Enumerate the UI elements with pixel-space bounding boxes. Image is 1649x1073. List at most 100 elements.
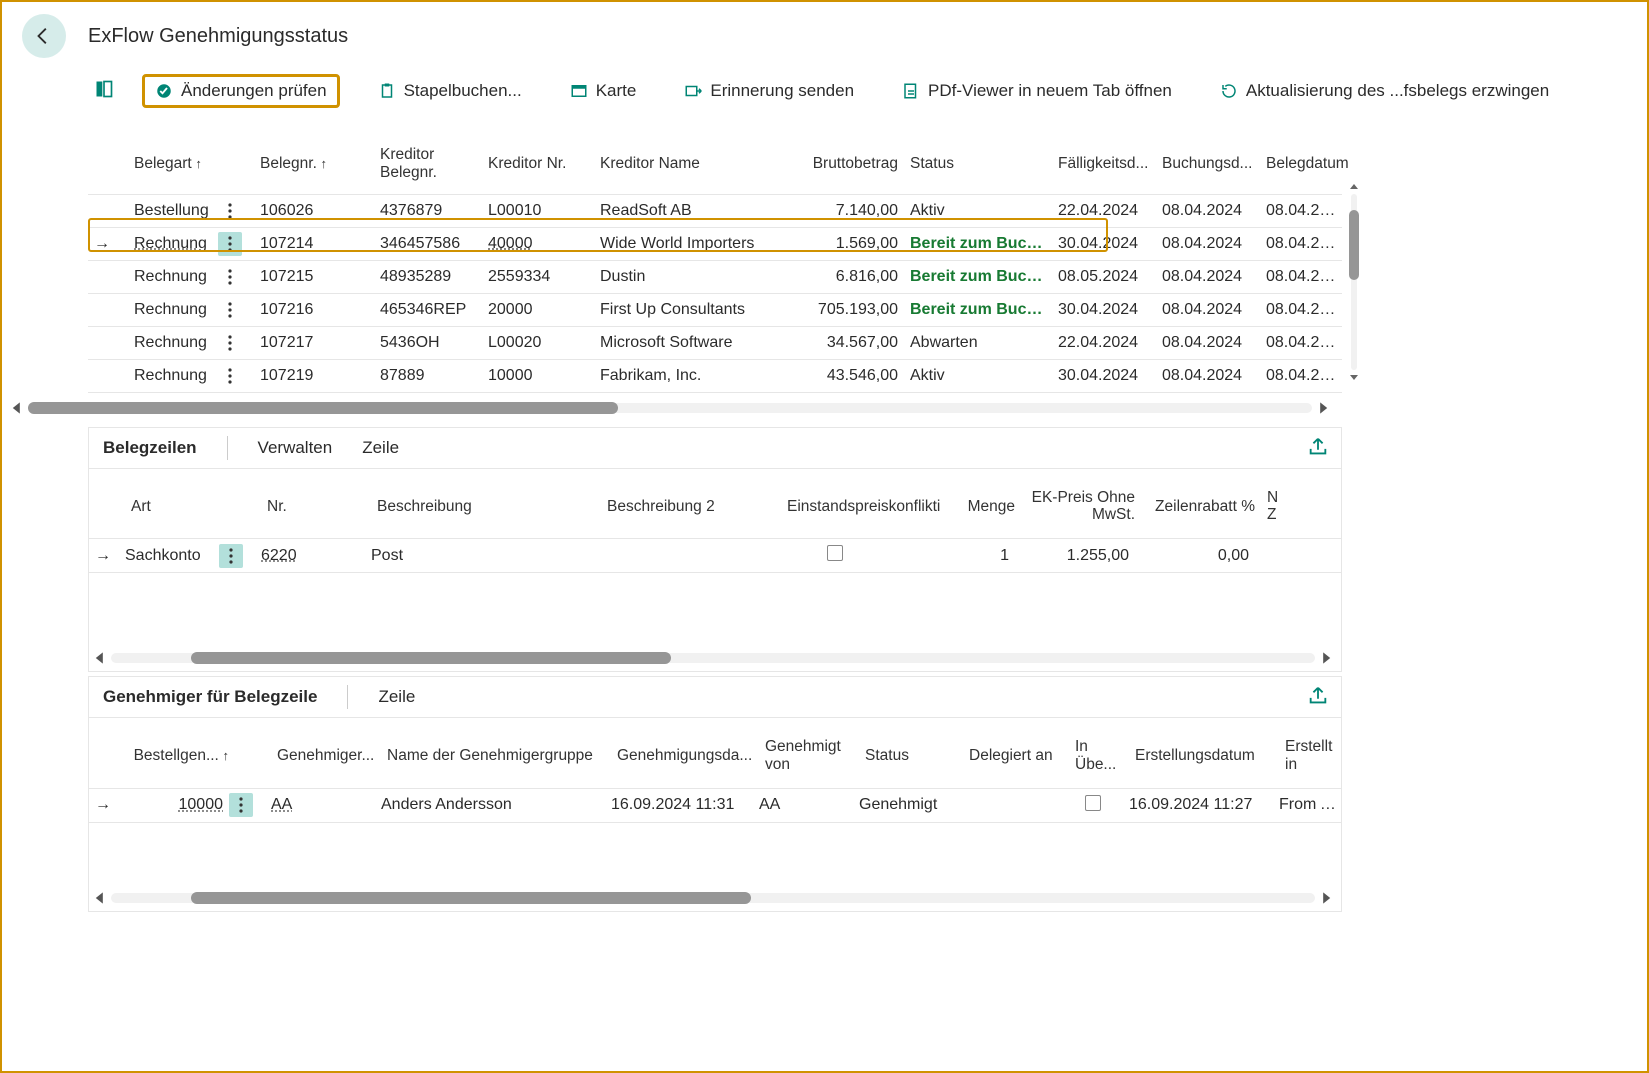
table-row[interactable]: Rechnung 107215 48935289 2559334 Dustin … [88,261,1342,294]
cell-brutto[interactable]: 1.569,00 [799,233,904,255]
row-actions-menu[interactable] [219,544,243,568]
col-ek-preis[interactable]: EK-Preis OhneMwSt. [1021,485,1141,529]
col-approved-by[interactable]: Genehmigtvon [759,734,859,778]
cell-kreditor-belegnr[interactable]: 465346REP [374,299,482,321]
col-kreditor-belegnr[interactable]: Kreditor Belegnr. [374,142,482,186]
cell-status[interactable]: Bereit zum Buch... [904,233,1052,255]
cell-belegart[interactable]: Rechnung [128,266,218,288]
col-belegart[interactable]: Belegart [128,151,218,177]
cell-kreditor-name[interactable]: Wide World Importers [594,233,799,255]
share-icon[interactable] [1307,685,1329,707]
col-approver[interactable]: Genehmiger... [271,743,381,769]
table-row[interactable]: → Sachkonto 6220 Post 1 1.255,00 0,00 [89,539,1341,573]
col-menge[interactable]: Menge [901,494,1021,520]
cell-status[interactable]: Aktiv [904,365,1052,387]
cell-belegnr[interactable]: 107217 [254,332,374,354]
cell-beschreibung[interactable]: Post [365,545,595,567]
cell-group-name[interactable]: Anders Andersson [375,794,605,816]
cell-status[interactable]: Abwarten [904,332,1052,354]
cell-art[interactable]: Sachkonto [119,545,219,567]
cell-buchungsdatum[interactable]: 08.04.2024 [1156,200,1260,222]
cell-kreditor-belegnr[interactable]: 87889 [374,365,482,387]
cell-delegated[interactable] [957,803,1063,807]
cell-belegnr[interactable]: 106026 [254,200,374,222]
cell-belegart[interactable]: Bestellung [128,200,218,222]
cell-konflikt[interactable] [775,543,895,568]
col-created-in[interactable]: Erstellt in [1279,734,1349,778]
layout-toggle[interactable] [94,79,114,104]
cell-buchungsdatum[interactable]: 08.04.2024 [1156,299,1260,321]
checkbox-icon[interactable] [827,545,843,561]
row-actions-menu[interactable] [218,364,242,388]
cell-brutto[interactable]: 705.193,00 [799,299,904,321]
cell-approved-by[interactable]: AA [753,794,853,816]
cell-approver[interactable]: AA [265,794,375,816]
cell-belegdatum[interactable]: 08.04.2024 [1260,266,1350,288]
cell-faelligkeit[interactable]: 30.04.2024 [1052,365,1156,387]
col-last[interactable]: N Z [1261,485,1331,529]
col-approval-date[interactable]: Genehmigungsda... [611,743,759,769]
cell-kreditor-nr[interactable]: L00020 [482,332,594,354]
cell-brutto[interactable]: 43.546,00 [799,365,904,387]
cell-ek-preis[interactable]: 1.255,00 [1015,545,1135,567]
cell-belegdatum[interactable]: 08.04.2024 [1260,365,1350,387]
col-created[interactable]: Erstellungsdatum [1129,743,1279,769]
table-row[interactable]: Rechnung 107216 465346REP 20000 First Up… [88,294,1342,327]
col-konflikt[interactable]: Einstandspreiskonflikti [781,494,901,520]
cell-status[interactable]: Genehmigt [853,794,957,816]
back-button[interactable] [22,14,66,58]
approvers-horizontal-scrollbar[interactable] [93,889,1333,907]
col-belegnr[interactable]: Belegnr. [254,151,374,177]
cell-kreditor-nr[interactable]: 10000 [482,365,594,387]
cell-status[interactable]: Bereit zum Buch... [904,299,1052,321]
cell-belegdatum[interactable]: 08.04.2024 [1260,233,1350,255]
documents-horizontal-scrollbar[interactable] [10,399,1330,417]
cell-brutto[interactable]: 7.140,00 [799,200,904,222]
cell-belegnr[interactable]: 107215 [254,266,374,288]
cell-belegdatum[interactable]: 08.04.2024 [1260,332,1350,354]
col-override[interactable]: InÜbe... [1069,734,1129,778]
cell-belegart[interactable]: Rechnung [128,332,218,354]
cell-beschreibung2[interactable] [595,554,775,558]
cell-kreditor-name[interactable]: First Up Consultants [594,299,799,321]
cell-kreditor-belegnr[interactable]: 346457586 [374,233,482,255]
cell-brutto[interactable]: 34.567,00 [799,332,904,354]
cell-order[interactable]: 10000 [119,794,229,816]
col-status[interactable]: Status [859,743,963,769]
col-nr[interactable]: Nr. [261,494,371,520]
col-kreditor-nr[interactable]: Kreditor Nr. [482,151,594,177]
cell-belegdatum[interactable]: 08.04.2024 [1260,299,1350,321]
toolbar-verify-changes[interactable]: Änderungen prüfen [142,74,340,108]
col-beschreibung[interactable]: Beschreibung [371,494,601,520]
cell-nr[interactable]: 6220 [255,545,365,567]
table-row[interactable]: → Rechnung 107214 346457586 40000 Wide W… [88,228,1342,261]
col-delegated[interactable]: Delegiert an [963,743,1069,769]
cell-status[interactable]: Aktiv [904,200,1052,222]
cell-buchungsdatum[interactable]: 08.04.2024 [1156,332,1260,354]
cell-kreditor-belegnr[interactable]: 4376879 [374,200,482,222]
cell-status[interactable]: Bereit zum Buch... [904,266,1052,288]
cell-kreditor-nr[interactable]: 2559334 [482,266,594,288]
cell-kreditor-nr[interactable]: 20000 [482,299,594,321]
col-rabatt[interactable]: Zeilenrabatt % [1141,494,1261,520]
cell-kreditor-nr[interactable]: L00010 [482,200,594,222]
cell-faelligkeit[interactable]: 30.04.2024 [1052,299,1156,321]
cell-buchungsdatum[interactable]: 08.04.2024 [1156,365,1260,387]
lines-tab-manage[interactable]: Verwalten [258,438,333,458]
cell-faelligkeit[interactable]: 22.04.2024 [1052,200,1156,222]
table-row[interactable]: Rechnung 107217 5436OH L00020 Microsoft … [88,327,1342,360]
col-beschreibung2[interactable]: Beschreibung 2 [601,494,781,520]
cell-kreditor-nr[interactable]: 40000 [482,233,594,255]
col-art[interactable]: Art [125,494,225,520]
cell-created[interactable]: 16.09.2024 11:27 [1123,794,1273,816]
lines-tab-line[interactable]: Zeile [362,438,399,458]
cell-kreditor-name[interactable]: ReadSoft AB [594,200,799,222]
cell-menge[interactable]: 1 [895,545,1015,567]
col-faellig[interactable]: Fälligkeitsd... [1052,151,1156,177]
row-actions-menu[interactable] [218,232,242,256]
cell-rabatt[interactable]: 0,00 [1135,545,1255,567]
checkbox-icon[interactable] [1085,795,1101,811]
row-actions-menu[interactable] [218,331,242,355]
cell-faelligkeit[interactable]: 30.04.2024 [1052,233,1156,255]
toolbar-batch-post[interactable]: Stapelbuchen... [368,75,532,107]
